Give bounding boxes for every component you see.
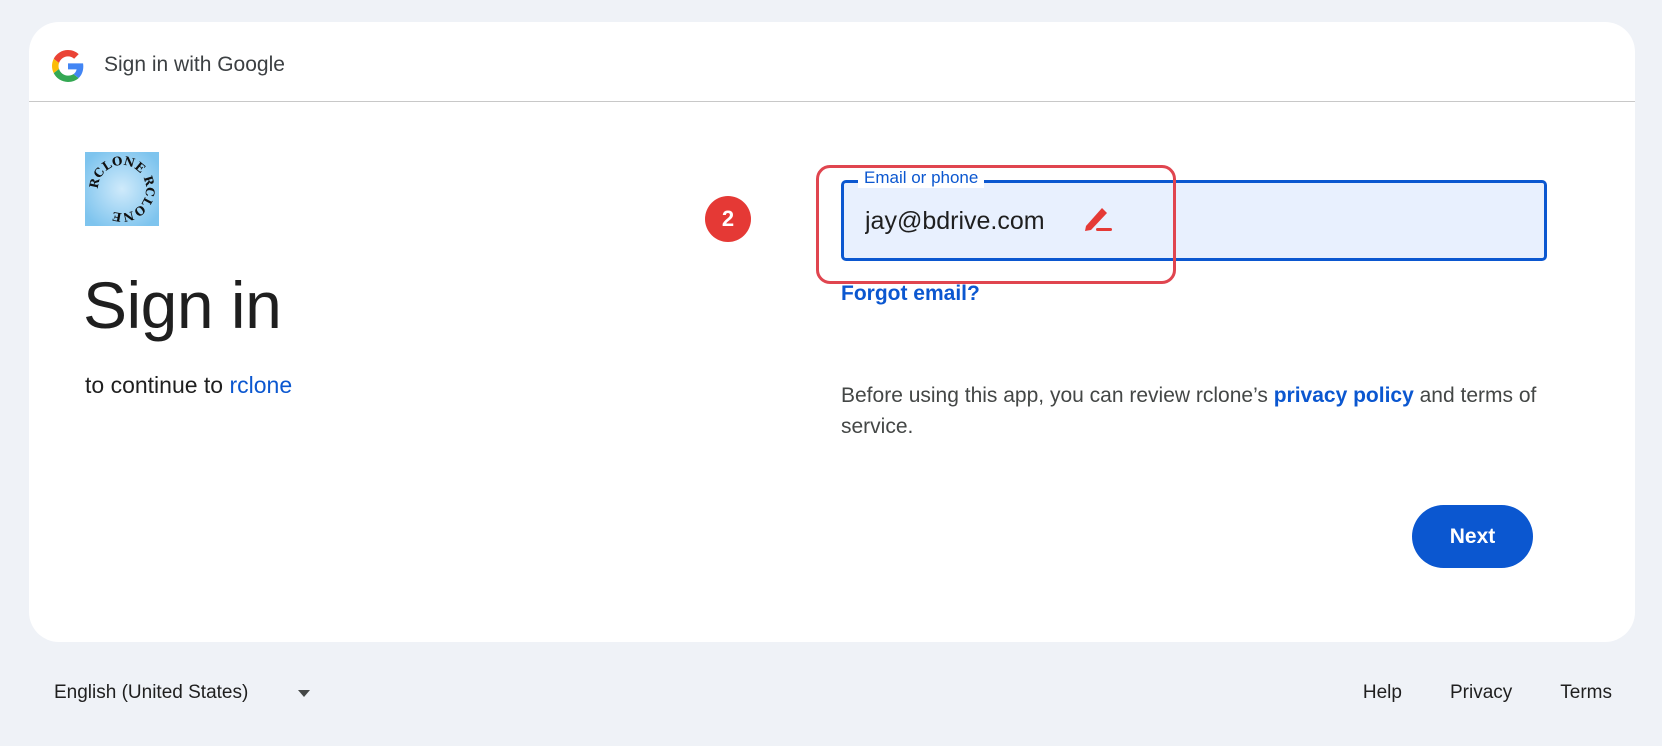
chevron-down-icon	[298, 689, 311, 697]
forgot-email-link[interactable]: Forgot email?	[841, 282, 980, 306]
email-field[interactable]: Email or phone	[841, 168, 1547, 261]
email-input[interactable]	[865, 207, 1065, 236]
page-title: Sign in	[83, 268, 282, 342]
continue-text: to continue to rclone	[85, 372, 292, 399]
privacy-policy-link[interactable]: privacy policy	[1274, 384, 1414, 407]
app-name-link[interactable]: rclone	[230, 372, 293, 398]
footer-help-link[interactable]: Help	[1363, 682, 1402, 704]
header-title: Sign in with Google	[104, 53, 285, 76]
footer-terms-link[interactable]: Terms	[1560, 682, 1612, 704]
google-g-icon	[52, 50, 84, 82]
footer-links: Help Privacy Terms	[1363, 682, 1612, 704]
privacy-notice: Before using this app, you can review rc…	[841, 380, 1561, 442]
sign-in-card: Sign in with Google RCLONE RCLONE Sign i…	[29, 22, 1635, 642]
email-field-label: Email or phone	[858, 168, 985, 188]
language-selector[interactable]: English (United States)	[54, 682, 311, 704]
continue-prefix: to continue to	[85, 372, 224, 398]
card-header: Sign in with Google	[29, 22, 1635, 102]
pencil-icon	[1085, 208, 1112, 231]
privacy-prefix: Before using this app, you can review rc…	[841, 384, 1268, 407]
footer-privacy-link[interactable]: Privacy	[1450, 682, 1512, 704]
rclone-logo: RCLONE RCLONE	[85, 152, 159, 226]
next-button[interactable]: Next	[1412, 505, 1533, 568]
language-label: English (United States)	[54, 682, 249, 703]
step-badge: 2	[705, 196, 751, 242]
